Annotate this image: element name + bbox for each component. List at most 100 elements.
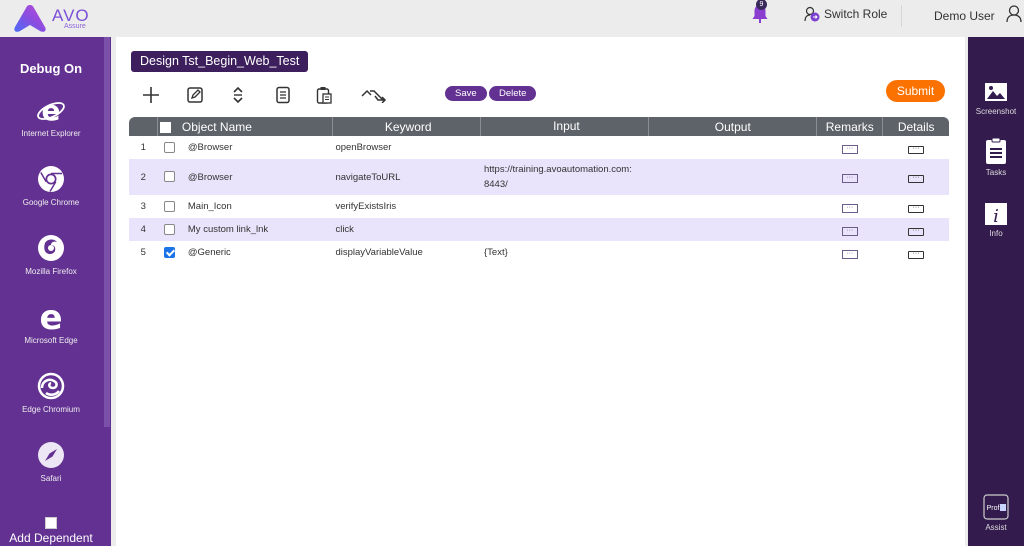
browser-internet-explorer[interactable]: e Internet Explorer (0, 95, 102, 138)
assist-icon: Prof (983, 494, 1009, 520)
edge-chromium-icon (37, 372, 65, 400)
submit-button[interactable]: Submit (886, 80, 945, 102)
avo-logo: AVO Assure (12, 2, 90, 34)
logo-subtext: Assure (64, 22, 86, 30)
object-name-cell[interactable]: My custom link_lnk (181, 218, 333, 241)
screenshot-icon (985, 83, 1007, 101)
switch-role-button[interactable]: Switch Role (804, 6, 887, 22)
row-number: 5 (140, 247, 146, 258)
details-icon[interactable]: ··· (907, 204, 924, 213)
main-panel: Design Tst_Begin_Web_Test Save Delete Su… (116, 37, 965, 546)
tasks-button[interactable]: Tasks (968, 137, 1024, 177)
table-row[interactable]: 5 @Generic displayVariableValue {Text} ·… (129, 241, 949, 264)
skip-icon[interactable] (360, 84, 390, 106)
browser-edge-chromium[interactable]: Edge Chromium (0, 371, 102, 414)
browser-label: Mozilla Firefox (25, 267, 77, 276)
edit-step-icon[interactable] (184, 84, 206, 106)
internet-explorer-icon: e (37, 95, 65, 125)
save-button[interactable]: Save (445, 86, 487, 101)
header-num (129, 117, 158, 136)
svg-text:e: e (42, 95, 61, 125)
output-cell[interactable] (649, 195, 817, 218)
table-row[interactable]: 1 @Browser openBrowser ··· ··· (129, 136, 949, 159)
input-line-1: https://training.avoautomation.com: (483, 164, 632, 175)
left-sidebar: Debug On e Internet Explorer Google Chro… (0, 37, 111, 546)
remarks-icon[interactable]: ··· (841, 226, 858, 236)
row-checkbox[interactable] (164, 141, 176, 153)
info-button[interactable]: i Info (968, 202, 1024, 238)
remarks-icon[interactable]: ··· (841, 203, 858, 213)
keyword-cell[interactable]: openBrowser (332, 136, 481, 159)
keyword-cell[interactable]: verifyExistsIris (332, 195, 481, 218)
header-output: Output (648, 117, 817, 136)
input-cell[interactable] (481, 195, 649, 218)
browser-label: Safari (40, 474, 62, 483)
browser-google-chrome[interactable]: Google Chrome (0, 164, 102, 207)
svg-text:i: i (993, 206, 999, 226)
browser-label: Internet Explorer (21, 129, 81, 138)
row-checkbox[interactable] (164, 246, 176, 258)
logo-text: AVO (52, 5, 90, 25)
row-checkbox[interactable] (164, 200, 176, 212)
remarks-icon[interactable]: ··· (841, 174, 858, 183)
table-header-row: Object Name Keyword Input Output Remarks… (129, 117, 949, 136)
details-icon[interactable]: ··· (907, 145, 924, 154)
row-checkbox[interactable] (164, 171, 176, 183)
google-chrome-icon (38, 166, 64, 192)
input-cell[interactable] (481, 136, 649, 159)
output-cell[interactable] (648, 218, 817, 241)
paste-icon[interactable] (313, 84, 335, 106)
add-dependent-label: Add Dependent (9, 531, 93, 545)
keyword-cell[interactable]: navigateToURL (332, 159, 481, 195)
details-icon[interactable]: ··· (907, 227, 924, 236)
user-name[interactable]: Demo User (934, 9, 995, 23)
add-dependent[interactable]: Add Dependent (0, 517, 102, 545)
object-name-cell[interactable]: @Browser (181, 159, 333, 195)
input-cell[interactable] (480, 218, 649, 241)
screenshot-label: Screenshot (975, 107, 1017, 116)
add-step-icon[interactable] (140, 84, 162, 106)
header-keyword: Keyword (331, 117, 481, 136)
details-icon[interactable]: ··· (907, 174, 924, 183)
info-icon: i (985, 203, 1007, 226)
add-dependent-checkbox[interactable] (45, 517, 57, 529)
output-cell[interactable] (649, 136, 817, 159)
safari-icon (38, 442, 64, 468)
microsoft-edge-icon: e (39, 302, 62, 332)
keyword-cell[interactable]: click (332, 218, 481, 241)
table-row[interactable]: 4 My custom link_lnk click ··· ··· (129, 218, 949, 241)
input-cell[interactable]: https://training.avoautomation.com: 8443/ (480, 159, 649, 195)
assist-button[interactable]: Prof Assist (968, 494, 1024, 532)
browser-mozilla-firefox[interactable]: Mozilla Firefox (0, 233, 102, 276)
user-profile-icon[interactable] (1006, 5, 1022, 23)
info-label: Info (989, 229, 1003, 238)
switch-role-label: Switch Role (824, 7, 888, 21)
assist-label: Assist (985, 523, 1007, 532)
screenshot-button[interactable]: Screenshot (968, 80, 1024, 116)
table-row[interactable]: 3 Main_Icon verifyExistsIris ··· ··· (129, 195, 949, 218)
object-name-cell[interactable]: Main_Icon (182, 195, 333, 218)
switch-role-icon (804, 6, 820, 22)
input-cell[interactable]: {Text} (481, 241, 649, 264)
left-sidebar-scrollbar[interactable] (104, 37, 110, 427)
output-cell[interactable] (648, 159, 817, 195)
keyword-cell[interactable]: displayVariableValue (332, 241, 481, 264)
row-number: 1 (140, 142, 146, 153)
output-cell[interactable] (649, 241, 817, 264)
header-select-all[interactable] (156, 117, 182, 136)
object-name-cell[interactable]: @Browser (182, 136, 333, 159)
remarks-icon[interactable]: ··· (841, 144, 858, 154)
test-steps-table: Object Name Keyword Input Output Remarks… (129, 117, 949, 264)
remarks-icon[interactable]: ··· (841, 249, 858, 259)
select-all-checkbox[interactable] (160, 121, 172, 133)
copy-icon[interactable] (272, 84, 294, 106)
browser-safari[interactable]: Safari (0, 440, 102, 483)
details-icon[interactable]: ··· (907, 250, 924, 259)
header-input: Input (480, 117, 649, 136)
browser-microsoft-edge[interactable]: e Microsoft Edge (0, 302, 102, 345)
row-checkbox[interactable] (164, 223, 176, 235)
delete-button[interactable]: Delete (489, 86, 537, 101)
table-row[interactable]: 2 @Browser navigateToURL https://trainin… (129, 159, 949, 195)
object-name-cell[interactable]: @Generic (182, 241, 333, 264)
rearrange-icon[interactable] (227, 84, 249, 106)
